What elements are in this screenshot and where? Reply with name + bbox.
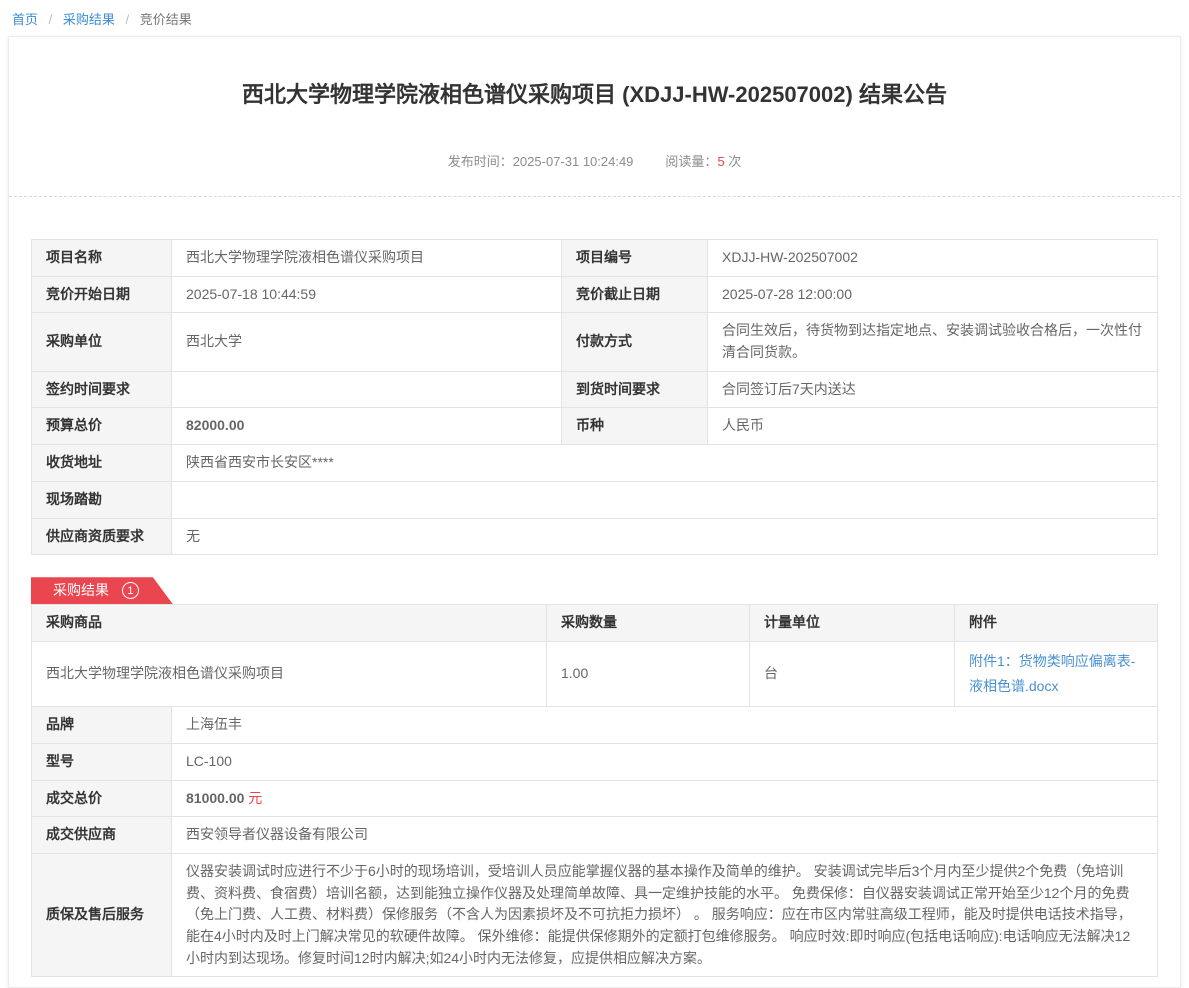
goods-product: 西北大学物理学院液相色谱仪采购项目: [32, 641, 547, 706]
project-info-table: 项目名称西北大学物理学院液相色谱仪采购项目项目编号XDJJ-HW-2025070…: [31, 239, 1158, 555]
field-label: 付款方式: [562, 313, 708, 371]
announcement-card: 西北大学物理学院液相色谱仪采购项目 (XDJJ-HW-202507002) 结果…: [8, 36, 1181, 988]
goods-unit: 台: [750, 641, 955, 706]
field-label: 现场踏勘: [32, 481, 172, 518]
publish-time-label: 发布时间：: [448, 154, 513, 169]
publish-time-value: 2025-07-31 10:24:49: [513, 154, 634, 169]
goods-table: 采购商品采购数量计量单位附件 西北大学物理学院液相色谱仪采购项目1.00台附件1…: [31, 604, 1158, 707]
views-count: 5: [717, 154, 724, 169]
field-label: 竞价开始日期: [32, 276, 172, 313]
field-label: 竞价截止日期: [562, 276, 708, 313]
attachment-link[interactable]: 附件1：货物类响应偏离表-液相色谱.docx: [969, 653, 1135, 694]
breadcrumb: 首页 / 采购结果 / 竞价结果: [0, 0, 1189, 36]
breadcrumb-separator: /: [49, 12, 53, 27]
field-value: 合同生效后，待货物到达指定地点、安装调试验收合格后，一次性付清合同货款。: [708, 313, 1158, 371]
field-label: 项目名称: [32, 240, 172, 277]
views-unit: 次: [725, 154, 742, 169]
page-title: 西北大学物理学院液相色谱仪采购项目 (XDJJ-HW-202507002) 结果…: [49, 77, 1140, 109]
field-value: 合同签订后7天内送达: [708, 371, 1158, 408]
breadcrumb-current-page: 竞价结果: [140, 12, 192, 27]
project-info-row: 签约时间要求 到货时间要求合同签订后7天内送达: [32, 371, 1158, 408]
breadcrumb-separator: /: [126, 12, 130, 27]
field-value: 西安领导者仪器设备有限公司: [172, 817, 1158, 854]
column-header: 采购商品: [32, 605, 547, 642]
field-label: 成交供应商: [32, 817, 172, 854]
field-value: 上海伍丰: [172, 707, 1158, 744]
result-detail-row: 成交总价81000.00 元: [32, 780, 1158, 817]
project-info-row: 收货地址陕西省西安市长安区****: [32, 445, 1158, 482]
result-detail-row: 质保及售后服务仪器安装调试时应进行不少于6小时的现场培训，受培训人员应能掌握仪器…: [32, 854, 1158, 977]
field-label: 签约时间要求: [32, 371, 172, 408]
field-value: [172, 481, 1158, 518]
currency-unit: 元: [244, 790, 262, 806]
field-value: XDJJ-HW-202507002: [708, 240, 1158, 277]
goods-quantity: 1.00: [547, 641, 750, 706]
field-label: 型号: [32, 743, 172, 780]
breadcrumb-home-link[interactable]: 首页: [12, 12, 38, 27]
field-value: [172, 371, 562, 408]
goods-table-header-row: 采购商品采购数量计量单位附件: [32, 605, 1158, 642]
field-label: 采购单位: [32, 313, 172, 371]
field-label: 供应商资质要求: [32, 518, 172, 555]
field-label: 币种: [562, 408, 708, 445]
field-label: 到货时间要求: [562, 371, 708, 408]
breadcrumb-procurement-results-link[interactable]: 采购结果: [63, 12, 115, 27]
field-value: 人民币: [708, 408, 1158, 445]
column-header: 计量单位: [750, 605, 955, 642]
tab-label: 采购结果: [53, 582, 109, 598]
field-value: 西北大学物理学院液相色谱仪采购项目: [172, 240, 562, 277]
project-info-row: 预算总价82000.00币种人民币: [32, 408, 1158, 445]
project-info-row: 采购单位西北大学付款方式合同生效后，待货物到达指定地点、安装调试验收合格后，一次…: [32, 313, 1158, 371]
result-detail-row: 成交供应商西安领导者仪器设备有限公司: [32, 817, 1158, 854]
field-label: 品牌: [32, 707, 172, 744]
column-header: 采购数量: [547, 605, 750, 642]
field-label: 成交总价: [32, 780, 172, 817]
views-label: 阅读量：: [665, 154, 717, 169]
publish-meta: 发布时间：2025-07-31 10:24:49 阅读量：5 次: [9, 151, 1180, 170]
project-info-row: 供应商资质要求无: [32, 518, 1158, 555]
field-label: 收货地址: [32, 445, 172, 482]
field-value: 82000.00: [172, 408, 562, 445]
project-info-row: 竞价开始日期2025-07-18 10:44:59竞价截止日期2025-07-2…: [32, 276, 1158, 313]
field-value: 西北大学: [172, 313, 562, 371]
result-detail-table: 品牌上海伍丰型号LC-100成交总价81000.00 元成交供应商西安领导者仪器…: [31, 706, 1158, 977]
tab-procurement-result[interactable]: 采购结果 1: [31, 577, 173, 604]
field-value: 2025-07-18 10:44:59: [172, 276, 562, 313]
field-value: 仪器安装调试时应进行不少于6小时的现场培训，受培训人员应能掌握仪器的基本操作及简…: [172, 854, 1158, 977]
column-header: 附件: [955, 605, 1158, 642]
result-detail-row: 型号LC-100: [32, 743, 1158, 780]
field-label: 项目编号: [562, 240, 708, 277]
project-info-row: 现场踏勘: [32, 481, 1158, 518]
field-value: 81000.00 元: [172, 780, 1158, 817]
result-count-badge: 1: [122, 582, 139, 599]
field-label: 预算总价: [32, 408, 172, 445]
result-detail-row: 品牌上海伍丰: [32, 707, 1158, 744]
field-value: 2025-07-28 12:00:00: [708, 276, 1158, 313]
goods-row: 西北大学物理学院液相色谱仪采购项目1.00台附件1：货物类响应偏离表-液相色谱.…: [32, 641, 1158, 706]
field-value: LC-100: [172, 743, 1158, 780]
field-label: 质保及售后服务: [32, 854, 172, 977]
field-value: 无: [172, 518, 1158, 555]
project-info-row: 项目名称西北大学物理学院液相色谱仪采购项目项目编号XDJJ-HW-2025070…: [32, 240, 1158, 277]
goods-attachment-cell: 附件1：货物类响应偏离表-液相色谱.docx: [955, 641, 1158, 706]
field-value: 陕西省西安市长安区****: [172, 445, 1158, 482]
